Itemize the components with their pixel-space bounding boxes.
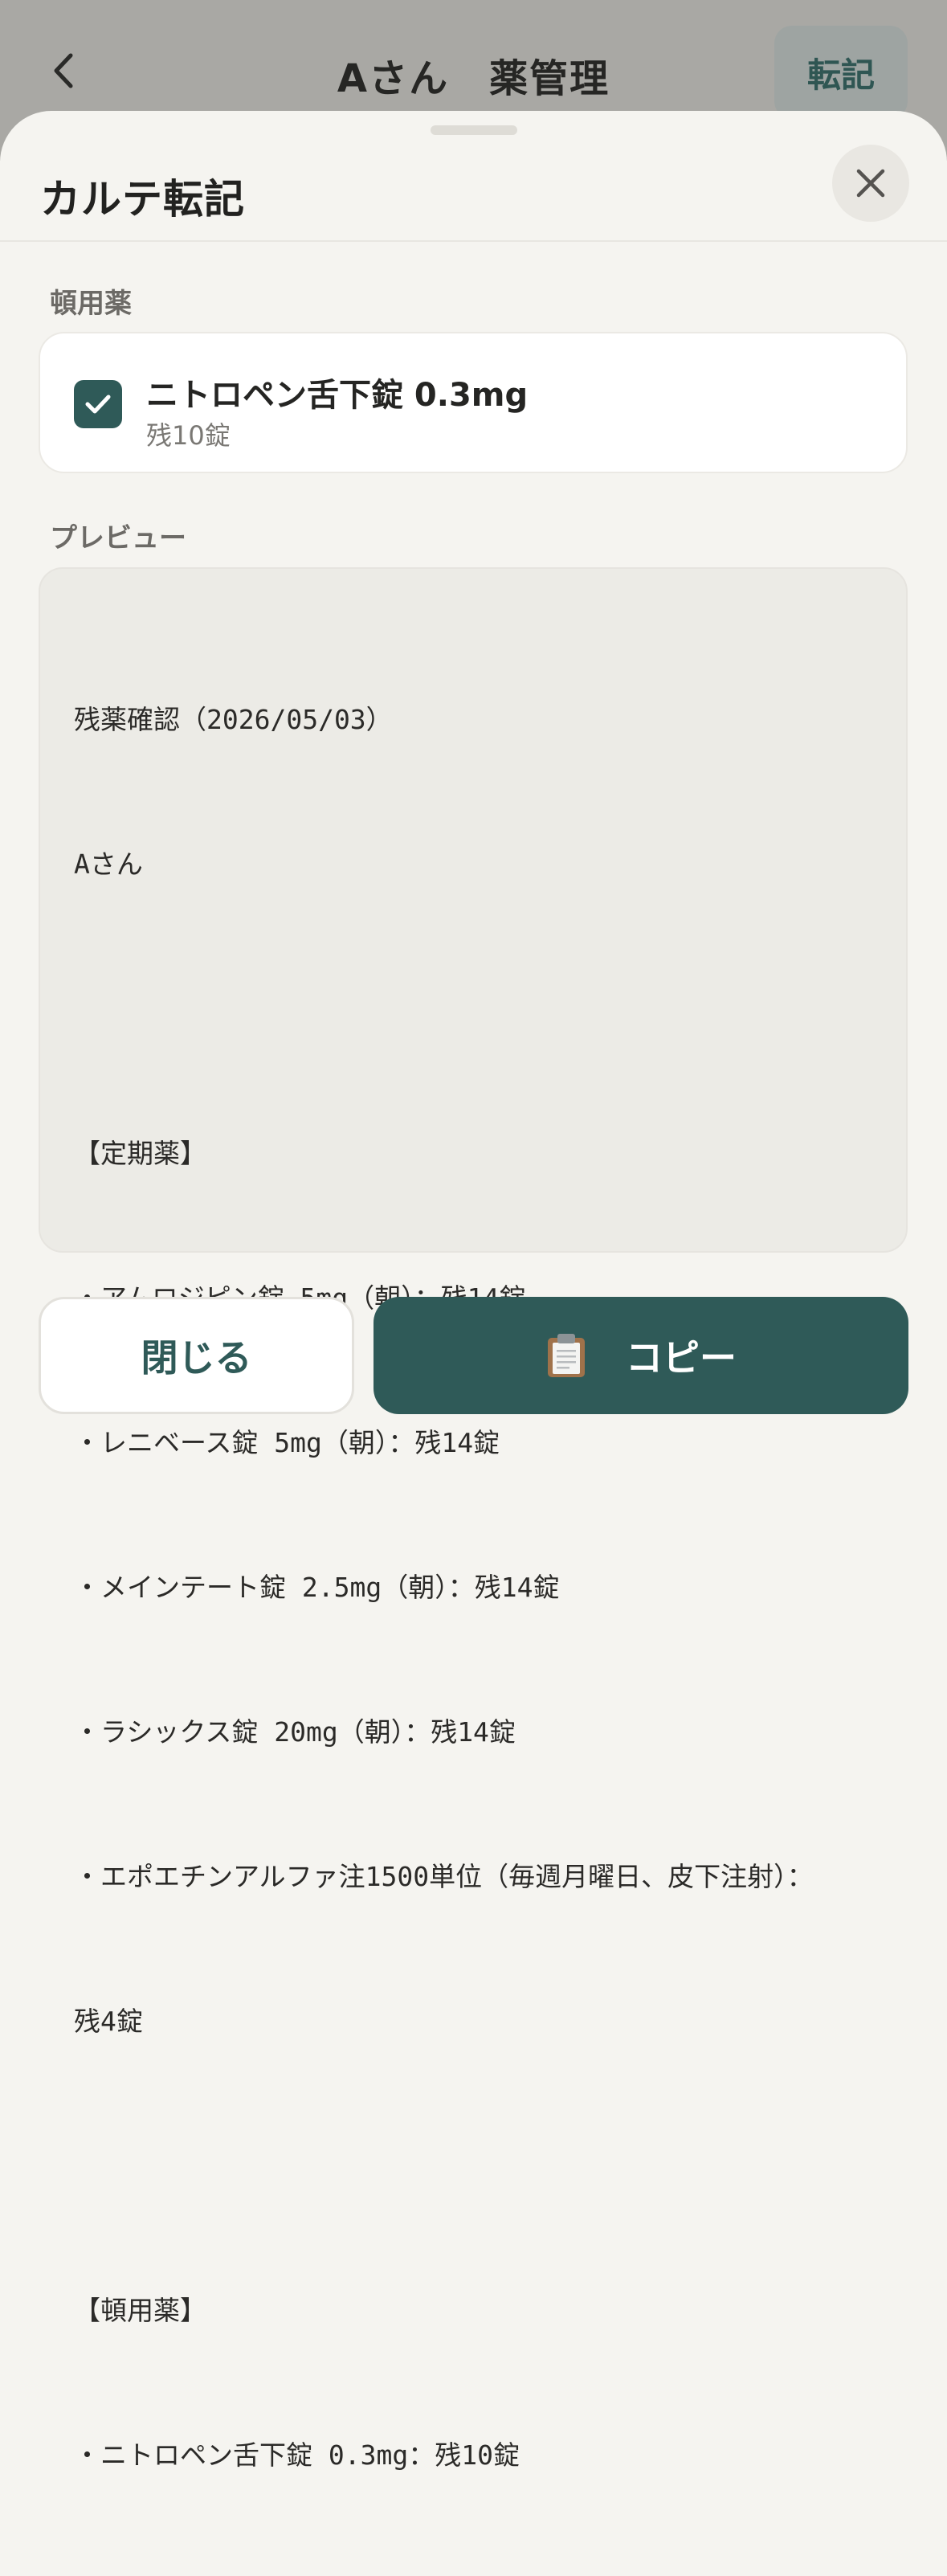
preview-line: ・エポエチンアルファ注1500単位（毎週月曜日、皮下注射）： <box>74 1861 814 1892</box>
medication-name: ニトロペン舌下錠 0.3mg <box>146 377 529 414</box>
divider <box>0 240 947 242</box>
preview-line: ・レニベース錠 5mg（朝）：残14錠 <box>74 1427 500 1458</box>
copy-button[interactable]: コピー <box>373 1297 908 1414</box>
preview-line: ・メインテート錠 2.5mg（朝）：残14錠 <box>74 1572 560 1603</box>
preview-line: 【頓用薬】 <box>74 2295 206 2326</box>
checkmark-icon <box>85 395 111 414</box>
medication-checkbox[interactable] <box>74 380 122 428</box>
preview-line <box>74 2142 877 2190</box>
preview-line <box>74 985 877 1033</box>
transcribe-sheet: カルテ転記 頓用薬 ニトロペン舌下錠 0.3mg 残10錠 プレビュー 残薬確認… <box>0 111 947 2471</box>
sheet-grabber[interactable] <box>431 125 517 135</box>
medication-card[interactable]: ニトロペン舌下錠 0.3mg 残10錠 <box>39 332 908 473</box>
preview-section-label: プレビュー <box>50 522 186 554</box>
preview-line: 残薬確認（2026/05/03） <box>74 704 393 735</box>
sheet-title: カルテ転記 <box>40 176 245 223</box>
preview-box: 残薬確認（2026/05/03） Aさん 【定期薬】 ・アムロジピン錠 5mg（… <box>39 567 908 2471</box>
preview-text: 残薬確認（2026/05/03） Aさん 【定期薬】 ・アムロジピン錠 5mg（… <box>74 599 877 2576</box>
transcribe-button[interactable]: 転記 <box>774 26 908 119</box>
close-sheet-button[interactable]: 閉じる <box>39 1297 354 1414</box>
close-button[interactable] <box>832 145 909 222</box>
medication-remaining: 残10錠 <box>146 420 231 451</box>
copy-button-label: コピー <box>626 1336 737 1380</box>
close-icon <box>856 169 885 198</box>
preview-line: 残4錠 <box>74 2006 143 2037</box>
prn-section-label: 頓用薬 <box>50 288 132 320</box>
clipboard-icon <box>548 1334 585 1377</box>
preview-line: ・ニトロペン舌下錠 0.3mg：残10錠 <box>74 2439 520 2471</box>
preview-line: 【定期薬】 <box>74 1138 206 1169</box>
preview-line: ・ラシックス錠 20mg（朝）：残14錠 <box>74 1716 516 1748</box>
preview-line: Aさん <box>74 848 143 880</box>
